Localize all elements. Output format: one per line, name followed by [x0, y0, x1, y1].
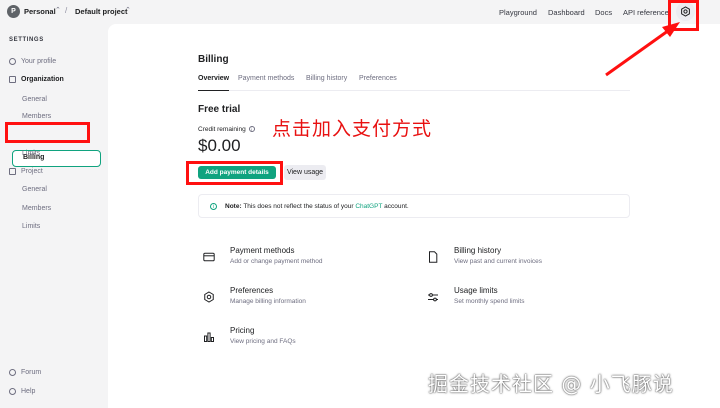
annotation-instruction: 点击加入支付方式: [272, 118, 433, 140]
annotation-arrow: [605, 22, 680, 77]
watermark: 掘金技术社区 @ 小飞豚说: [428, 372, 674, 396]
